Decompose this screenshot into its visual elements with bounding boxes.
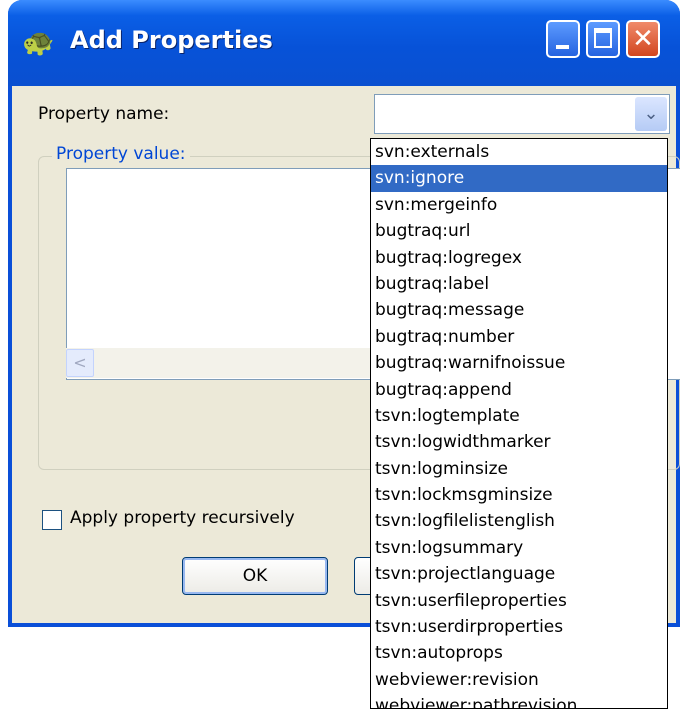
dropdown-option[interactable]: bugtraq:label bbox=[371, 271, 667, 297]
dropdown-option[interactable]: tsvn:userfileproperties bbox=[371, 588, 667, 614]
maximize-button[interactable] bbox=[586, 20, 620, 58]
maximize-icon bbox=[594, 28, 612, 48]
dropdown-option[interactable]: tsvn:logminsize bbox=[371, 456, 667, 482]
dropdown-option[interactable]: webviewer:pathrevision bbox=[371, 693, 667, 708]
dropdown-option[interactable]: bugtraq:url bbox=[371, 218, 667, 244]
property-value-label: Property value: bbox=[52, 144, 190, 164]
property-name-combobox[interactable]: ⌄ bbox=[374, 94, 670, 134]
recursive-checkbox[interactable] bbox=[42, 510, 62, 530]
dropdown-option[interactable]: bugtraq:number bbox=[371, 324, 667, 350]
dropdown-option[interactable]: tsvn:projectlanguage bbox=[371, 561, 667, 587]
dropdown-option[interactable]: bugtraq:append bbox=[371, 377, 667, 403]
close-button[interactable]: ✕ bbox=[626, 20, 660, 58]
dropdown-option[interactable]: bugtraq:message bbox=[371, 297, 667, 323]
minimize-icon bbox=[556, 45, 569, 49]
dropdown-option[interactable]: tsvn:logtemplate bbox=[371, 403, 667, 429]
dropdown-option[interactable]: tsvn:logwidthmarker bbox=[371, 429, 667, 455]
dropdown-option[interactable]: tsvn:autoprops bbox=[371, 640, 667, 666]
close-icon: ✕ bbox=[632, 24, 654, 54]
property-name-label: Property name: bbox=[38, 104, 170, 124]
window-title: Add Properties bbox=[70, 26, 273, 54]
title-bar[interactable]: 🐢 Add Properties ✕ bbox=[8, 0, 680, 86]
ok-button[interactable]: OK bbox=[182, 557, 328, 595]
dropdown-option[interactable]: bugtraq:logregex bbox=[371, 245, 667, 271]
dropdown-option[interactable]: tsvn:lockmsgminsize bbox=[371, 482, 667, 508]
tortoise-icon: 🐢 bbox=[22, 28, 55, 58]
dropdown-option[interactable]: svn:ignore bbox=[371, 165, 667, 192]
dropdown-option[interactable]: webviewer:revision bbox=[371, 667, 667, 693]
dropdown-option[interactable]: tsvn:logsummary bbox=[371, 535, 667, 561]
chevron-down-icon[interactable]: ⌄ bbox=[635, 97, 667, 131]
dropdown-option[interactable]: tsvn:userdirproperties bbox=[371, 614, 667, 640]
horizontal-scrollbar[interactable]: < bbox=[66, 348, 376, 378]
dropdown-option[interactable]: svn:externals bbox=[371, 139, 667, 165]
dropdown-option[interactable]: bugtraq:warnifnoissue bbox=[371, 350, 667, 376]
dropdown-option[interactable]: svn:mergeinfo bbox=[371, 192, 667, 218]
recursive-label[interactable]: Apply property recursively bbox=[70, 508, 295, 528]
property-name-dropdown-list[interactable]: svn:externals svn:ignore svn:mergeinfo bugt… bbox=[370, 138, 668, 709]
minimize-button[interactable] bbox=[546, 20, 580, 58]
scroll-left-icon[interactable]: < bbox=[66, 349, 94, 377]
dropdown-option[interactable]: tsvn:logfilelistenglish bbox=[371, 508, 667, 534]
